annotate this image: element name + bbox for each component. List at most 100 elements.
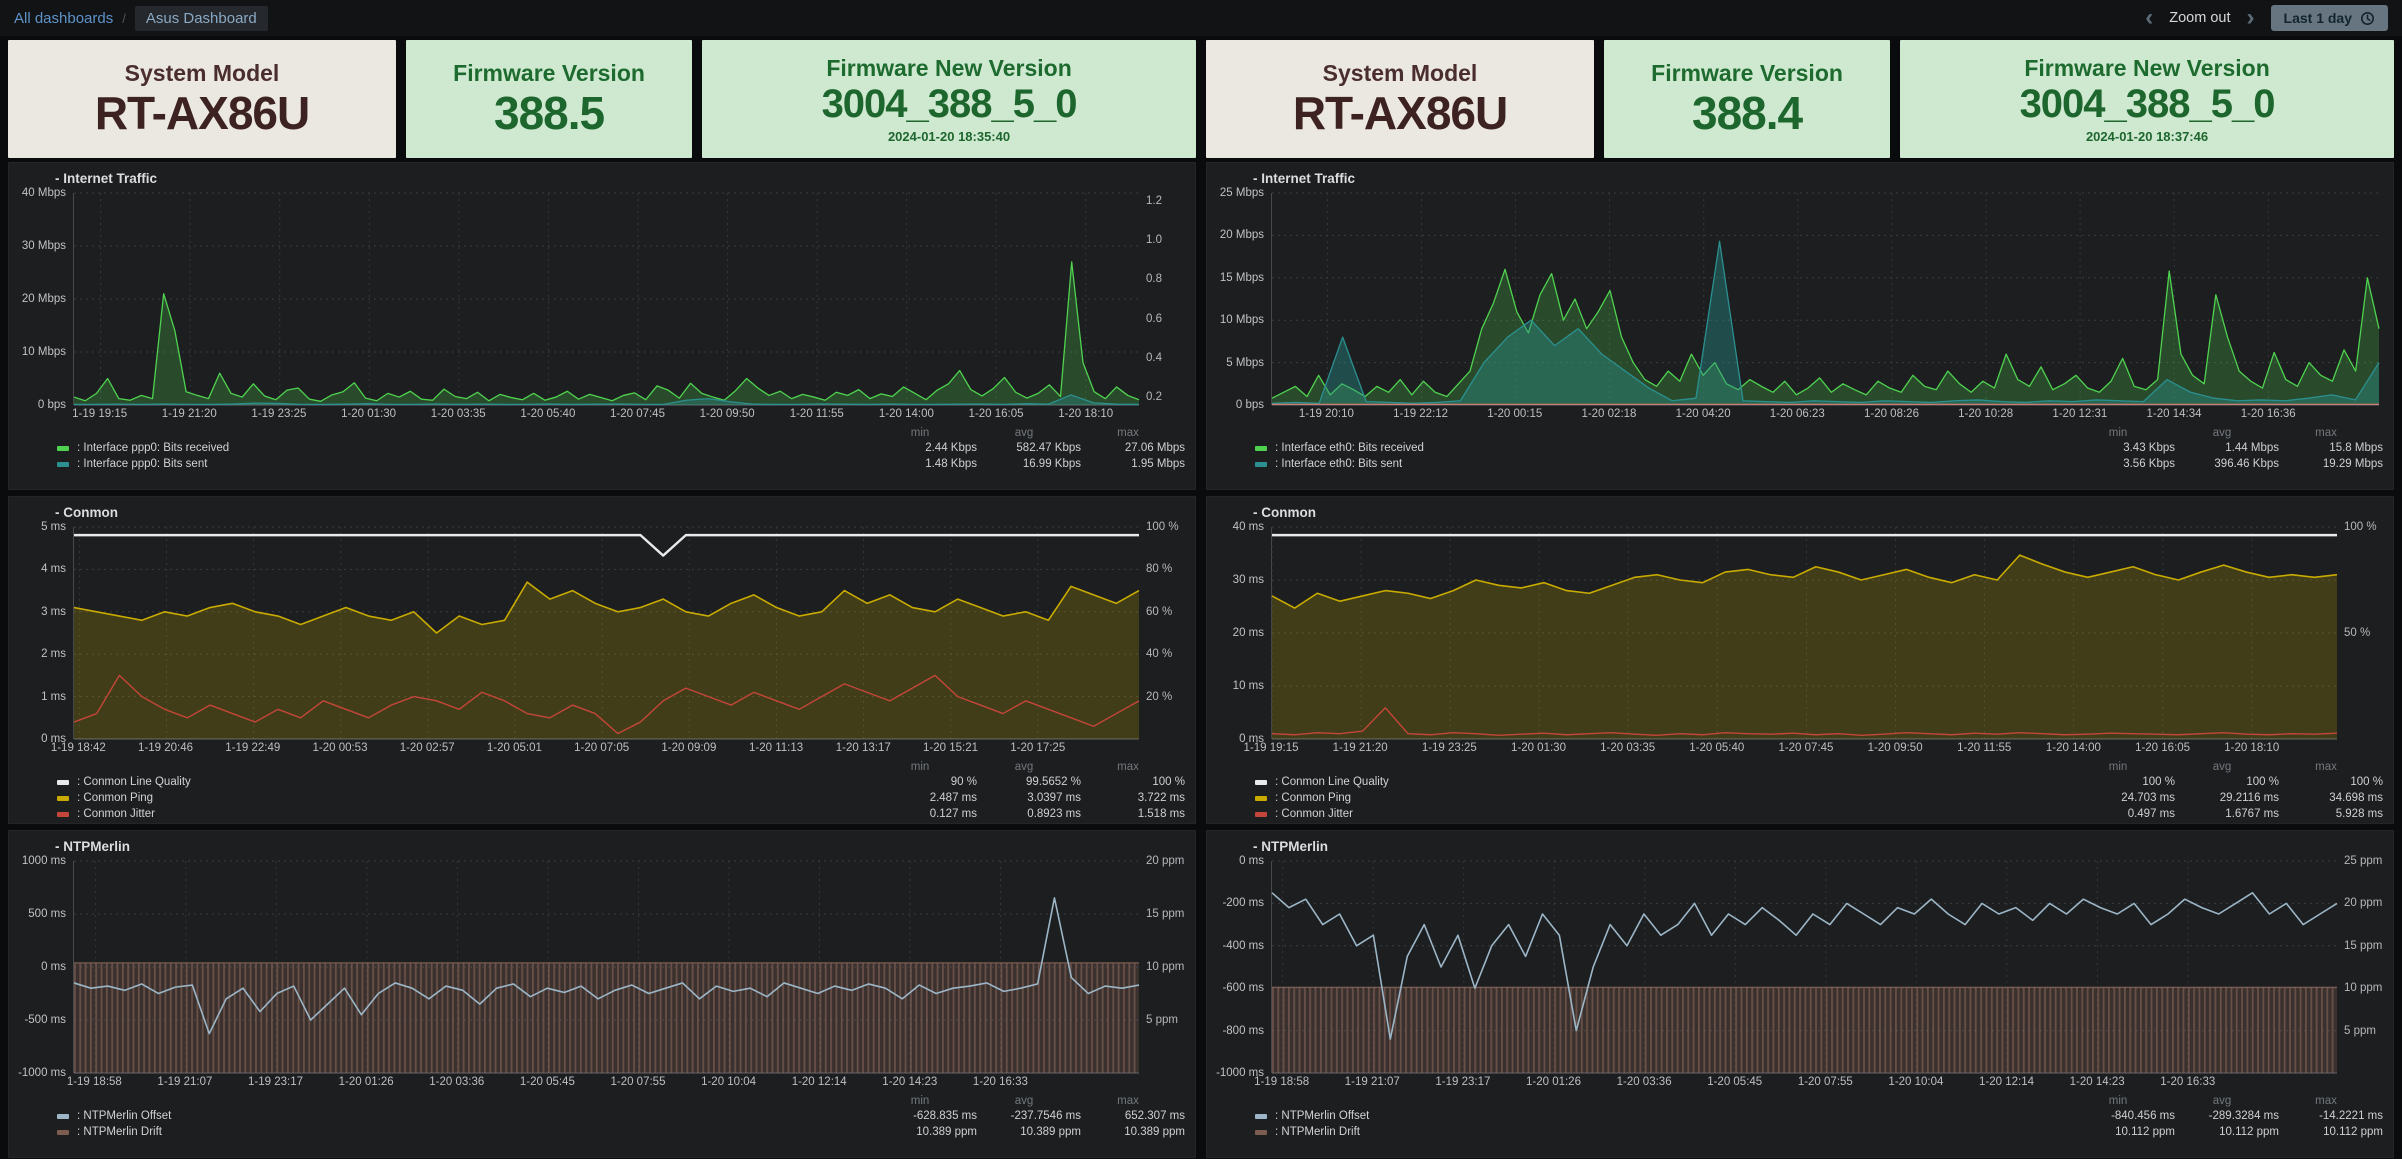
panel-title[interactable]: - NTPMerlin bbox=[55, 839, 130, 854]
y-axis-label: 10 Mbps bbox=[1220, 314, 1264, 326]
x-axis-label: 1-20 12:14 bbox=[1979, 1076, 2034, 1088]
legend-label[interactable]: : Conmon Jitter bbox=[77, 807, 873, 822]
plot-area[interactable] bbox=[73, 861, 1139, 1073]
stat-title: System Model bbox=[125, 59, 280, 88]
chart-svg[interactable] bbox=[74, 193, 1139, 405]
x-axis-label: 1-20 03:35 bbox=[431, 408, 486, 420]
x-axis-label: 1-19 21:07 bbox=[157, 1076, 212, 1088]
legend-header-avg: avg bbox=[981, 1095, 1081, 1108]
x-axis-label: 1-20 09:50 bbox=[700, 408, 755, 420]
top-bar: All dashboards / Asus Dashboard ‹ Zoom o… bbox=[0, 0, 2402, 36]
y2-axis-label: 0.4 bbox=[1146, 352, 1162, 364]
legend-value: 34.698 ms bbox=[2283, 791, 2383, 806]
y2-axis bbox=[2379, 193, 2393, 405]
time-shift-forward-icon[interactable]: › bbox=[2247, 8, 2255, 28]
stat-timestamp: 2024-01-20 18:37:46 bbox=[2086, 129, 2208, 144]
x-axis-label: 1-20 12:31 bbox=[2052, 408, 2107, 420]
stat-title: Firmware New Version bbox=[826, 54, 1071, 83]
y2-axis-label: 10 ppm bbox=[2344, 982, 2382, 994]
legend-header-avg: avg bbox=[2179, 1095, 2279, 1108]
legend-label[interactable]: : NTPMerlin Drift bbox=[1275, 1125, 2071, 1140]
legend-header-max: max bbox=[2283, 1095, 2383, 1108]
y-axis-label: 25 Mbps bbox=[1220, 187, 1264, 199]
breadcrumb-current-dashboard[interactable]: Asus Dashboard bbox=[135, 6, 268, 31]
chart-svg[interactable] bbox=[1272, 527, 2337, 739]
y2-axis: 100 %50 % bbox=[2337, 527, 2393, 739]
series-fill-yellow bbox=[1272, 555, 2337, 739]
legend-label[interactable]: : Conmon Line Quality bbox=[77, 775, 873, 790]
legend-label[interactable]: : Conmon Jitter bbox=[1275, 807, 2071, 822]
y-axis-label: 0 ms bbox=[41, 961, 66, 973]
y-axis-label: 5 ms bbox=[41, 521, 66, 533]
legend-label[interactable]: : Conmon Line Quality bbox=[1275, 775, 2071, 790]
x-axis-label: 1-20 14:00 bbox=[879, 408, 934, 420]
legend-label[interactable]: : Conmon Ping bbox=[1275, 791, 2071, 806]
panel-title[interactable]: - Internet Traffic bbox=[1253, 171, 1355, 186]
time-range-picker-button[interactable]: Last 1 day bbox=[2271, 5, 2388, 31]
x-axis-label: 1-20 01:30 bbox=[1511, 742, 1566, 754]
y-axis-label: 0 ms bbox=[1239, 855, 1264, 867]
chart-svg[interactable] bbox=[1272, 861, 2337, 1073]
legend-label[interactable]: : NTPMerlin Offset bbox=[77, 1109, 873, 1124]
x-axis: 1-19 19:151-19 21:201-19 23:251-20 01:30… bbox=[1271, 742, 2337, 758]
legend-label[interactable]: : NTPMerlin Drift bbox=[77, 1125, 873, 1140]
y-axis-label: 10 Mbps bbox=[22, 346, 66, 358]
x-axis-label: 1-19 21:20 bbox=[162, 408, 217, 420]
chart-svg[interactable] bbox=[74, 861, 1139, 1073]
legend-value: 10.112 ppm bbox=[2179, 1125, 2279, 1140]
legend-label[interactable]: : NTPMerlin Offset bbox=[1275, 1109, 2071, 1124]
time-shift-back-icon[interactable]: ‹ bbox=[2145, 8, 2153, 28]
breadcrumb-all-dashboards-link[interactable]: All dashboards bbox=[14, 10, 113, 27]
graph-panel-conmon-right: - Conmon 40 ms30 ms20 ms10 ms0 ms100 %50 … bbox=[1206, 496, 2394, 824]
panel-title[interactable]: - Conmon bbox=[1253, 505, 1316, 520]
legend-value: 90 % bbox=[877, 775, 977, 790]
zoom-out-button[interactable]: Zoom out bbox=[2169, 10, 2230, 26]
legend-label[interactable]: : Interface eth0: Bits sent bbox=[1275, 457, 2071, 472]
stat-value: 388.5 bbox=[494, 88, 604, 139]
chart-svg[interactable] bbox=[1272, 193, 2379, 405]
stat-value: RT-AX86U bbox=[95, 88, 309, 139]
plot-area[interactable] bbox=[1271, 193, 2379, 405]
chart-area: 0 ms-200 ms-400 ms-600 ms-800 ms-1000 ms… bbox=[1207, 861, 2393, 1073]
stat-title: Firmware Version bbox=[453, 59, 645, 88]
plot-area[interactable] bbox=[1271, 527, 2337, 739]
legend-value: -237.7546 ms bbox=[981, 1109, 1081, 1124]
breadcrumb: All dashboards / Asus Dashboard bbox=[14, 6, 268, 31]
x-axis-label: 1-20 01:26 bbox=[1526, 1076, 1581, 1088]
panel-title[interactable]: - NTPMerlin bbox=[1253, 839, 1328, 854]
x-axis-label: 1-20 18:10 bbox=[1058, 408, 1113, 420]
x-axis-label: 1-20 16:36 bbox=[2241, 408, 2296, 420]
y-axis: 25 Mbps20 Mbps15 Mbps10 Mbps5 Mbps0 bps bbox=[1207, 193, 1271, 405]
graph-panel-internet-traffic-right: - Internet Traffic 25 Mbps20 Mbps15 Mbps1… bbox=[1206, 162, 2394, 490]
x-axis-label: 1-19 18:58 bbox=[67, 1076, 122, 1088]
y2-axis-label: 60 % bbox=[1146, 606, 1172, 618]
x-axis-label: 1-19 23:25 bbox=[1422, 742, 1477, 754]
legend-value: 10.389 ppm bbox=[1085, 1125, 1185, 1140]
y2-axis-label: 100 % bbox=[2344, 521, 2377, 533]
x-axis-label: 1-20 12:14 bbox=[792, 1076, 847, 1088]
plot-area[interactable] bbox=[1271, 861, 2337, 1073]
legend-value: -289.3284 ms bbox=[2179, 1109, 2279, 1124]
y-axis-label: 500 ms bbox=[28, 908, 66, 920]
legend-label[interactable]: : Conmon Ping bbox=[77, 791, 873, 806]
legend-label[interactable]: : Interface ppp0: Bits received bbox=[77, 441, 873, 456]
y-axis-label: 20 Mbps bbox=[22, 293, 66, 305]
x-axis-label: 1-20 15:21 bbox=[923, 742, 978, 754]
plot-area[interactable] bbox=[73, 193, 1139, 405]
legend-value: -840.456 ms bbox=[2075, 1109, 2175, 1124]
y-axis-label: 40 Mbps bbox=[22, 187, 66, 199]
x-axis-label: 1-20 05:40 bbox=[520, 408, 575, 420]
chart-svg[interactable] bbox=[74, 527, 1139, 739]
legend-label[interactable]: : Interface eth0: Bits received bbox=[1275, 441, 2071, 456]
x-axis-label: 1-19 23:25 bbox=[251, 408, 306, 420]
panel-title[interactable]: - Internet Traffic bbox=[55, 171, 157, 186]
legend-label[interactable]: : Interface ppp0: Bits sent bbox=[77, 457, 873, 472]
x-axis-label: 1-19 23:17 bbox=[248, 1076, 303, 1088]
legend: minavgmax: Interface ppp0: Bits received… bbox=[55, 427, 1185, 472]
stat-timestamp: 2024-01-20 18:35:40 bbox=[888, 129, 1010, 144]
plot-area[interactable] bbox=[73, 527, 1139, 739]
panel-title[interactable]: - Conmon bbox=[55, 505, 118, 520]
x-axis: 1-19 18:581-19 21:071-19 23:171-20 01:26… bbox=[73, 1076, 1139, 1092]
y2-axis-label: 0.6 bbox=[1146, 313, 1162, 325]
chart-area: 40 ms30 ms20 ms10 ms0 ms100 %50 % bbox=[1207, 527, 2393, 739]
